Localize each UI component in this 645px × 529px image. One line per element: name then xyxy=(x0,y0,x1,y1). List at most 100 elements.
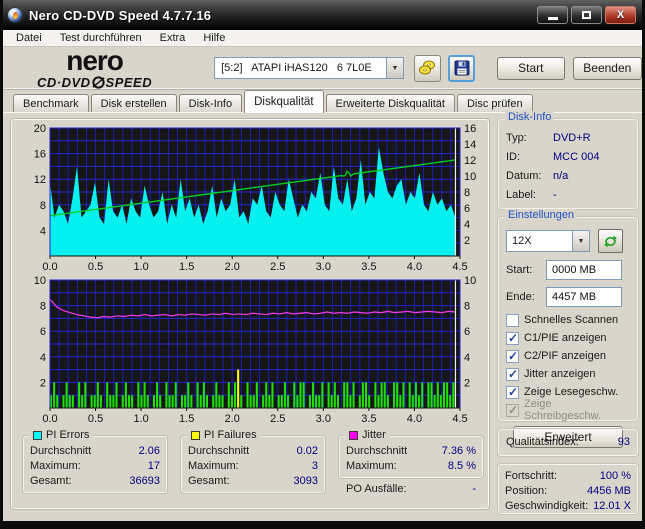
pif-maximum: 3 xyxy=(311,460,318,472)
checkbox-schreibgeschwindigkeit: Zeige Schreibgeschw. xyxy=(506,398,630,422)
svg-text:12: 12 xyxy=(34,174,46,186)
svg-text:4: 4 xyxy=(40,225,46,237)
disc-type-value: DVD+R xyxy=(553,132,591,144)
checkbox-icon xyxy=(506,331,519,345)
menu-extra[interactable]: Extra xyxy=(151,30,195,46)
tab-diskqualitaet[interactable]: Diskqualität xyxy=(244,90,324,113)
pi-failures-legend-icon xyxy=(191,430,200,440)
window-title: Nero CD-DVD Speed 4.7.7.16 xyxy=(29,7,212,23)
refresh-button[interactable] xyxy=(598,229,623,253)
app-window: Nero CD-DVD Speed 4.7.7.16 X Datei Test … xyxy=(0,0,645,529)
pi-errors-title: PI Errors xyxy=(46,429,90,441)
checkbox-icon xyxy=(506,367,519,381)
floppy-save-icon xyxy=(454,60,470,76)
maximize-button[interactable] xyxy=(571,6,602,24)
disc-label-value: - xyxy=(553,189,557,201)
checkbox-jitter[interactable]: Jitter anzeigen xyxy=(506,367,630,381)
checkbox-c2-pif[interactable]: C2/PIF anzeigen xyxy=(506,349,630,363)
po-failures-value: - xyxy=(472,483,476,495)
quality-index-box: Qualitätsindex: 93 xyxy=(497,428,639,457)
svg-text:4: 4 xyxy=(464,352,470,364)
svg-text:0.5: 0.5 xyxy=(88,413,103,425)
svg-text:2: 2 xyxy=(464,377,470,389)
svg-text:0.5: 0.5 xyxy=(88,261,103,273)
svg-text:8: 8 xyxy=(40,200,46,212)
scan-results-panel: 0.0 0.5 1.0 1.5 2.0 2.5 3.0 3.5 4.0 4.5 4 8 12 16 20 2 4… xyxy=(10,118,490,510)
refresh-icon xyxy=(604,235,617,247)
svg-text:0.0: 0.0 xyxy=(42,413,57,425)
checkbox-schnelles-scannen[interactable]: Schnelles Scannen xyxy=(506,313,630,327)
tab-disk-info[interactable]: Disk-Info xyxy=(178,94,243,113)
svg-text:4: 4 xyxy=(464,219,470,231)
start-position-field[interactable] xyxy=(546,260,622,280)
progress-box: Fortschritt: 100 % Position: 4456 MB Gesch… xyxy=(497,463,639,515)
menu-hilfe[interactable]: Hilfe xyxy=(194,30,234,46)
svg-text:3.0: 3.0 xyxy=(316,413,331,425)
svg-text:3.5: 3.5 xyxy=(361,413,376,425)
tab-bar: Benchmark Disk erstellen Disk-Info Diskq… xyxy=(3,90,642,113)
po-failures-row: PO Ausfälle: - xyxy=(346,483,476,495)
quality-index-value: 93 xyxy=(617,436,630,448)
svg-text:14: 14 xyxy=(464,139,476,151)
svg-text:1.5: 1.5 xyxy=(179,413,194,425)
tab-disk-erstellen[interactable]: Disk erstellen xyxy=(90,94,177,113)
checkbox-icon xyxy=(506,349,519,363)
drive-selector[interactable]: [5:2] ATAPI iHAS120 6 7L0E ▼ xyxy=(214,57,404,79)
close-icon: X xyxy=(616,9,625,21)
svg-text:4.5: 4.5 xyxy=(452,413,467,425)
disc-id-value: MCC 004 xyxy=(553,151,600,163)
pif-average: 0.02 xyxy=(296,445,318,457)
maximize-icon xyxy=(582,11,591,19)
checkbox-c1-pie[interactable]: C1/PIE anzeigen xyxy=(506,331,630,345)
svg-text:6: 6 xyxy=(464,326,470,338)
jitter-average: 7.36 % xyxy=(441,445,476,457)
chevron-down-icon[interactable]: ▼ xyxy=(385,58,403,78)
svg-text:10: 10 xyxy=(34,275,46,287)
minimize-button[interactable] xyxy=(537,6,568,24)
pi-failures-jitter-chart: 0.0 0.5 1.0 1.5 2.0 2.5 3.0 3.5 4.0 4.5 2 4 6 8 10 2 4 6 8… xyxy=(34,275,477,425)
menu-datei[interactable]: Datei xyxy=(7,30,51,46)
svg-text:16: 16 xyxy=(464,123,476,135)
svg-text:0.0: 0.0 xyxy=(42,261,57,273)
close-button[interactable]: X xyxy=(605,6,636,24)
title-bar: Nero CD-DVD Speed 4.7.7.16 X xyxy=(3,0,642,30)
settings-group-title: Einstellungen xyxy=(505,209,578,221)
disk-info-group-title: Disk-Info xyxy=(505,111,555,123)
speed-selector[interactable]: 12X ▼ xyxy=(506,230,590,252)
chevron-down-icon[interactable]: ▼ xyxy=(572,231,589,251)
menu-test-durchfuehren[interactable]: Test durchführen xyxy=(51,30,151,46)
speed-value: 12.01 X xyxy=(593,500,631,512)
jitter-legend-icon xyxy=(349,430,358,440)
pi-failures-statbox: PI Failures Durchschnitt 0.02 Maximum: 3 G… xyxy=(180,429,326,494)
speed-selector-value: 12X xyxy=(512,235,532,247)
svg-text:8: 8 xyxy=(464,301,470,313)
svg-text:1.0: 1.0 xyxy=(133,261,148,273)
save-button[interactable] xyxy=(447,54,476,82)
progress-percent: 100 % xyxy=(599,470,631,482)
svg-text:2: 2 xyxy=(464,235,470,247)
svg-text:3.0: 3.0 xyxy=(316,261,331,273)
checkbox-icon xyxy=(506,385,519,399)
pi-failures-title: PI Failures xyxy=(204,429,257,441)
drive-selector-value: [5:2] ATAPI iHAS120 6 7L0E xyxy=(221,62,372,74)
nero-logo: nero CD·DVD SPEED xyxy=(36,45,153,90)
tab-benchmark[interactable]: Benchmark xyxy=(13,94,89,113)
position-value: 4456 MB xyxy=(586,485,631,497)
quit-button[interactable]: Beenden xyxy=(572,56,642,80)
pif-total: 3093 xyxy=(293,475,318,487)
start-button[interactable]: Start xyxy=(497,56,565,80)
pi-errors-legend-icon xyxy=(33,430,42,440)
end-position-field[interactable] xyxy=(546,287,622,307)
svg-text:12: 12 xyxy=(464,155,476,167)
tab-erweiterte-diskqualitaet[interactable]: Erweiterte Diskqualität xyxy=(325,94,455,113)
eject-disc-button[interactable] xyxy=(413,54,441,82)
svg-text:4.5: 4.5 xyxy=(452,261,467,273)
svg-text:6: 6 xyxy=(40,326,46,338)
disc-date-value: n/a xyxy=(553,170,569,182)
settings-group: Einstellungen 12X ▼ Start: 0000 MB Ende:… xyxy=(497,209,639,448)
svg-text:2: 2 xyxy=(40,377,46,389)
disc-icon xyxy=(91,76,105,89)
pie-maximum: 17 xyxy=(147,460,160,472)
checkbox-lesegeschwindigkeit[interactable]: Zeige Lesegeschw. xyxy=(506,385,630,399)
svg-text:6: 6 xyxy=(464,203,470,215)
